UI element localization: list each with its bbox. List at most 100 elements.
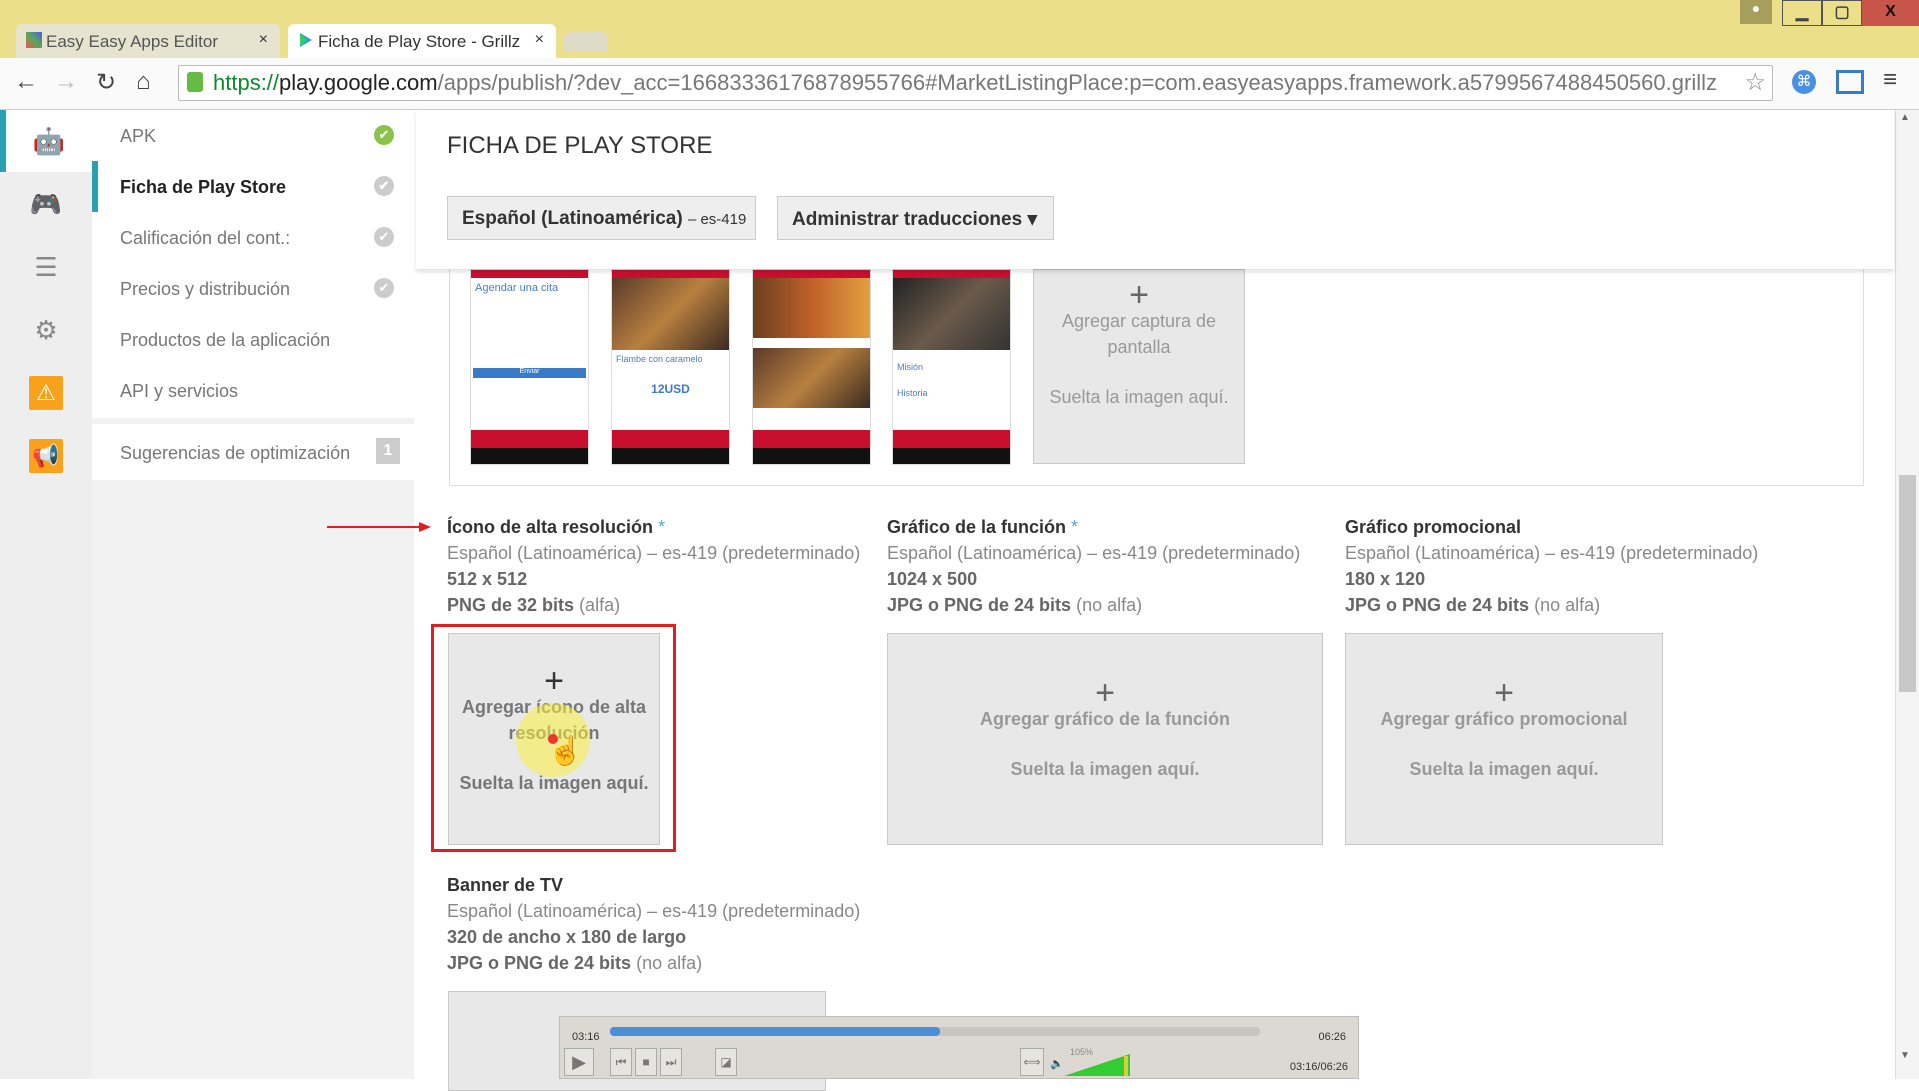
bookmark-star-icon[interactable]: ☆ [1744,68,1766,97]
asset-hires-icon-info: Ícono de alta resolución * Español (Lati… [447,514,860,618]
tab-easy-easy-apps-editor[interactable]: Easy Easy Apps Editor × [16,24,280,58]
sidebar-item-label: APK [120,126,157,146]
dropzone-hint: Suelta la imagen aquí. [1409,759,1599,779]
home-icon[interactable]: ⌂ [136,68,151,96]
plus-icon: + [1494,674,1514,712]
megaphone-icon[interactable]: 📢 [0,425,92,487]
previous-button[interactable]: ⏮ [610,1048,632,1076]
address-bar[interactable]: https://play.google.com/apps/publish/?de… [178,65,1773,101]
elapsed-time: 03:16 [572,1031,600,1043]
screenshot-thumbnail[interactable]: Flambe con caramelo 12USD [611,269,730,465]
page-header: FICHA DE PLAY STORE Español (Latinoaméri… [416,110,1894,269]
count-badge: 1 [376,438,400,464]
seek-progress [610,1027,941,1036]
sidebar-item-label: Sugerencias de optimización [120,443,351,463]
tab-close-icon[interactable]: × [259,31,268,49]
language-button[interactable]: Español (Latinoamérica) – es-419 [447,196,756,240]
page-scrollbar[interactable]: ▲ ▼ [1895,110,1919,1079]
asset-format: PNG de 32 bits [447,595,575,615]
volume-slider[interactable] [1064,1054,1132,1076]
sidebar-item-label: Calificación del cont.: [120,228,291,248]
tab-label: Ficha de Play Store - Grillz [318,32,521,51]
scrollbar-thumb[interactable] [1899,475,1916,692]
thumb-title: Misión [897,362,924,372]
check-complete-icon: ✔ [374,125,394,145]
video-player-controls: 03:16 06:26 ▶ ⏮ ■ ⏭ ◪ ⟺ 🔈 105% 03:16/06:… [559,1016,1359,1079]
frame-button[interactable]: ◪ [715,1048,737,1076]
browser-titlebar: Easy Easy Apps Editor × Ficha de Play St… [0,0,1919,60]
scroll-up-icon[interactable]: ▲ [1900,112,1910,123]
sidebar-item-api[interactable]: API y servicios [92,365,414,418]
time-readout: 03:16/06:26 [1289,1061,1348,1073]
extension-icon[interactable]: ⌘ [1792,70,1816,94]
add-screenshot-dropzone[interactable]: + Agregar captura de pantalla Suelta la … [1033,269,1245,464]
seek-bar[interactable] [610,1027,1260,1036]
screenshot-thumbnail[interactable]: Agendar una cita Enviar [470,269,589,465]
next-button[interactable]: ⏭ [660,1048,682,1076]
sidebar-item-apk[interactable]: APK ✔ [92,110,414,161]
cast-icon[interactable] [1836,70,1864,94]
asset-title: Ícono de alta resolución [447,517,654,537]
sidebar-item-precios[interactable]: Precios y distribución ✔ [92,263,414,314]
screenshot-thumbnail[interactable]: Misión Historia [892,269,1011,465]
asset-format-note: (no alfa) [1534,595,1601,615]
sidebar-item-calificacion[interactable]: Calificación del cont.: ✔ [92,212,414,263]
sidebar-item-label: Productos de la aplicación [120,330,331,350]
asset-language: Español (Latinoamérica) – es-419 (predet… [1345,543,1759,563]
stop-button[interactable]: ■ [635,1048,657,1076]
asset-promo-graphic-info: Gráfico promocional Español (Latinoaméri… [1345,514,1758,618]
screenshot-thumbnail[interactable] [752,269,871,465]
minimize-button[interactable]: ▁ [1782,0,1822,26]
total-time: 06:26 [1318,1031,1346,1043]
asset-title: Gráfico de la función [887,517,1067,537]
thumb-title: Agendar una cita [475,282,559,294]
maximize-button[interactable]: ▢ [1822,0,1862,26]
plus-icon: + [544,662,564,700]
profile-icon[interactable]: ● [1740,0,1772,24]
gear-icon[interactable]: ⚙ [0,299,92,361]
required-marker: * [1071,517,1079,537]
tab-ficha-play-store[interactable]: Ficha de Play Store - Grillz × [288,24,556,58]
check-pending-icon: ✔ [374,176,394,196]
tab-close-icon[interactable]: × [535,31,544,49]
add-promo-graphic-dropzone[interactable]: + Agregar gráfico promocional Suelta la … [1345,633,1663,845]
menu-icon[interactable]: ≡ [1883,66,1897,94]
sidebar-item-productos[interactable]: Productos de la aplicación [92,314,414,365]
sidebar-item-ficha[interactable]: Ficha de Play Store ✔ [92,161,414,212]
reload-icon[interactable]: ↻ [96,68,116,97]
manage-translations-button[interactable]: Administrar traducciones ▾ [777,196,1054,240]
close-window-button[interactable]: X [1862,0,1919,26]
database-icon[interactable]: ☰ [0,236,92,298]
dropzone-hint: Suelta la imagen aquí. [1049,387,1229,407]
plus-icon: + [1095,674,1115,712]
android-icon[interactable]: 🤖 [0,110,92,172]
asset-feature-graphic-info: Gráfico de la función * Español (Latinoa… [887,514,1300,618]
thumb-button: Enviar [473,368,586,378]
check-pending-icon: ✔ [374,278,394,298]
forward-icon[interactable]: → [54,68,78,96]
url-host: play.google.com [279,70,438,95]
asset-size: 1024 x 500 [887,569,978,589]
play-button[interactable]: ▶ [564,1048,594,1076]
asset-title: Banner de TV [447,875,564,895]
warning-icon[interactable]: ⚠ [0,362,92,424]
scroll-down-icon[interactable]: ▼ [1900,1050,1910,1061]
gamepad-icon[interactable]: 🎮 [0,173,92,235]
new-tab-button[interactable] [564,32,608,52]
required-marker: * [658,517,666,537]
asset-format-note: (alfa) [579,595,621,615]
asset-format: JPG o PNG de 24 bits [1345,595,1530,615]
url-path: /apps/publish/?dev_acc=16683336176878955… [437,70,1717,95]
stretch-button[interactable]: ⟺ [1020,1048,1044,1076]
back-icon[interactable]: ← [14,68,38,96]
thumb-price: 12USD [651,382,690,396]
dropzone-label: Agregar captura de pantalla [1061,311,1217,357]
sidebar-item-label: Precios y distribución [120,279,291,299]
asset-title: Gráfico promocional [1345,517,1522,537]
add-feature-graphic-dropzone[interactable]: + Agregar gráfico de la función Suelta l… [887,633,1323,845]
app-editor-icon [26,32,42,48]
asset-format-note: (no alfa) [636,953,703,973]
hand-cursor-icon: ☝ [548,735,583,766]
dropzone-label: Agregar gráfico promocional [1380,709,1628,729]
sidebar-item-sugerencias[interactable]: Sugerencias de optimización 1 [92,424,414,480]
